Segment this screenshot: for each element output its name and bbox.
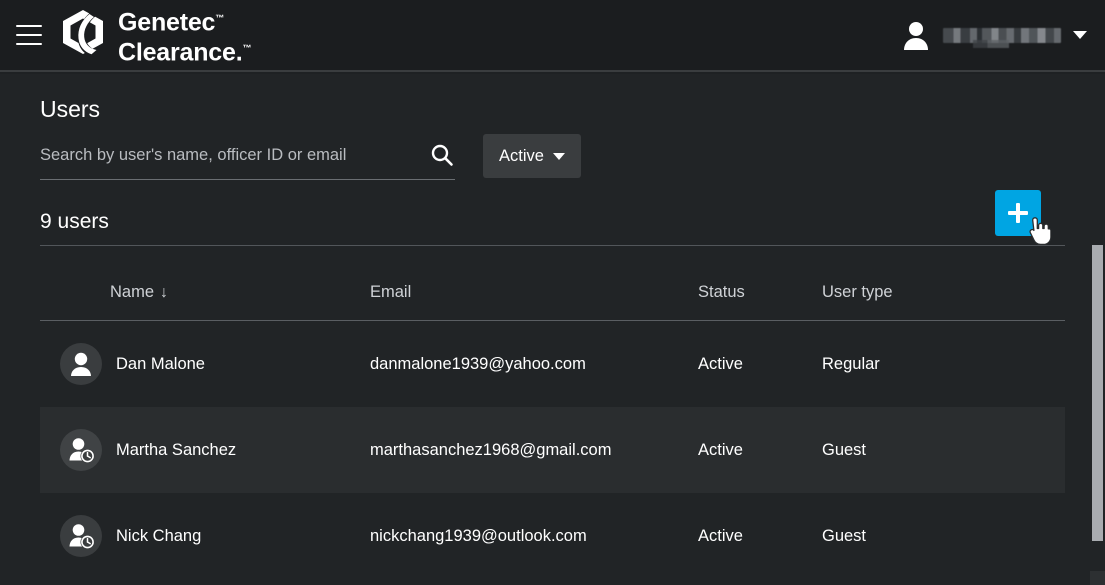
scrollbar-thumb[interactable] bbox=[1092, 245, 1103, 541]
user-count-label: 9 users bbox=[40, 210, 109, 233]
column-header-email-label: Email bbox=[370, 283, 412, 301]
user-status: Active bbox=[698, 440, 743, 459]
column-header-user-type-label: User type bbox=[822, 283, 893, 301]
add-user-button[interactable] bbox=[995, 190, 1041, 236]
status-filter-button[interactable]: Active bbox=[483, 134, 581, 178]
user-email: marthasanchez1968@gmail.com bbox=[370, 440, 612, 459]
page-title: Users bbox=[40, 96, 101, 122]
user-name: Nick Chang bbox=[116, 526, 202, 545]
users-table: Name ↓ Email Status User type Dan Malone… bbox=[40, 265, 1065, 579]
column-header-status[interactable]: Status bbox=[698, 283, 822, 302]
user-status: Active bbox=[698, 526, 743, 545]
user-count-row: 9 users bbox=[40, 190, 1065, 246]
table-row[interactable]: Nick Chang nickchang1939@outlook.com Act… bbox=[40, 493, 1065, 579]
scrollbar-corner bbox=[1090, 571, 1105, 585]
brand-line-2: Clearance. bbox=[118, 38, 243, 67]
user-name-redacted-line2 bbox=[973, 39, 1009, 48]
search-filter-row: Active bbox=[40, 134, 581, 180]
status-filter-label: Active bbox=[499, 146, 544, 165]
user-name-cell: Martha Sanchez bbox=[40, 429, 370, 471]
column-header-status-label: Status bbox=[698, 283, 745, 301]
user-name: Martha Sanchez bbox=[116, 440, 237, 459]
column-header-name[interactable]: Name ↓ bbox=[40, 283, 370, 302]
hamburger-line bbox=[16, 25, 42, 27]
hamburger-line bbox=[16, 34, 42, 36]
chevron-down-icon[interactable] bbox=[1073, 31, 1087, 39]
page-content: Users Active 9 users bbox=[0, 74, 1105, 585]
guest-user-avatar-icon bbox=[60, 429, 102, 471]
user-account-menu[interactable] bbox=[899, 18, 1087, 52]
user-email: danmalone1939@yahoo.com bbox=[370, 354, 586, 373]
sort-descending-icon: ↓ bbox=[160, 283, 169, 301]
column-header-user-type[interactable]: User type bbox=[822, 283, 1002, 302]
hamburger-line bbox=[16, 43, 42, 45]
user-name-cell: Nick Chang bbox=[40, 515, 370, 557]
brand-tm-1: ™ bbox=[215, 12, 225, 23]
user-type: Regular bbox=[822, 354, 880, 373]
app-header: Genetec™ Clearance.™ bbox=[0, 0, 1105, 72]
search-box bbox=[40, 134, 455, 180]
user-type: Guest bbox=[822, 526, 867, 545]
user-type: Guest bbox=[822, 440, 867, 459]
count-divider bbox=[40, 245, 1065, 246]
vertical-scrollbar[interactable] bbox=[1090, 74, 1105, 585]
brand-line-1: Genetec bbox=[118, 8, 216, 36]
user-status: Active bbox=[698, 354, 743, 373]
chevron-down-icon bbox=[552, 152, 565, 160]
user-avatar-icon bbox=[60, 343, 102, 385]
user-name-cell: Dan Malone bbox=[40, 343, 370, 385]
brand-logo[interactable]: Genetec™ Clearance.™ bbox=[60, 5, 252, 67]
search-icon[interactable] bbox=[429, 142, 455, 168]
search-input[interactable] bbox=[40, 134, 410, 176]
user-avatar-icon bbox=[899, 18, 933, 52]
hamburger-menu-icon[interactable] bbox=[16, 25, 42, 45]
column-header-email[interactable]: Email bbox=[370, 283, 698, 302]
column-header-name-label: Name bbox=[110, 283, 155, 301]
guest-user-avatar-icon bbox=[60, 515, 102, 557]
brand-tm-2: ™ bbox=[242, 43, 252, 53]
brand-wordmark: Genetec™ Clearance.™ bbox=[118, 5, 252, 67]
user-name: Dan Malone bbox=[116, 354, 205, 373]
plus-icon-vertical bbox=[1016, 203, 1020, 223]
table-row[interactable]: Dan Malone danmalone1939@yahoo.com Activ… bbox=[40, 321, 1065, 407]
user-email: nickchang1939@outlook.com bbox=[370, 526, 587, 545]
table-header-row: Name ↓ Email Status User type bbox=[40, 265, 1065, 321]
genetec-logo-icon bbox=[60, 9, 106, 61]
table-row[interactable]: Martha Sanchez marthasanchez1968@gmail.c… bbox=[40, 407, 1065, 493]
users-page: Genetec™ Clearance.™ Users Search by use… bbox=[0, 0, 1105, 585]
